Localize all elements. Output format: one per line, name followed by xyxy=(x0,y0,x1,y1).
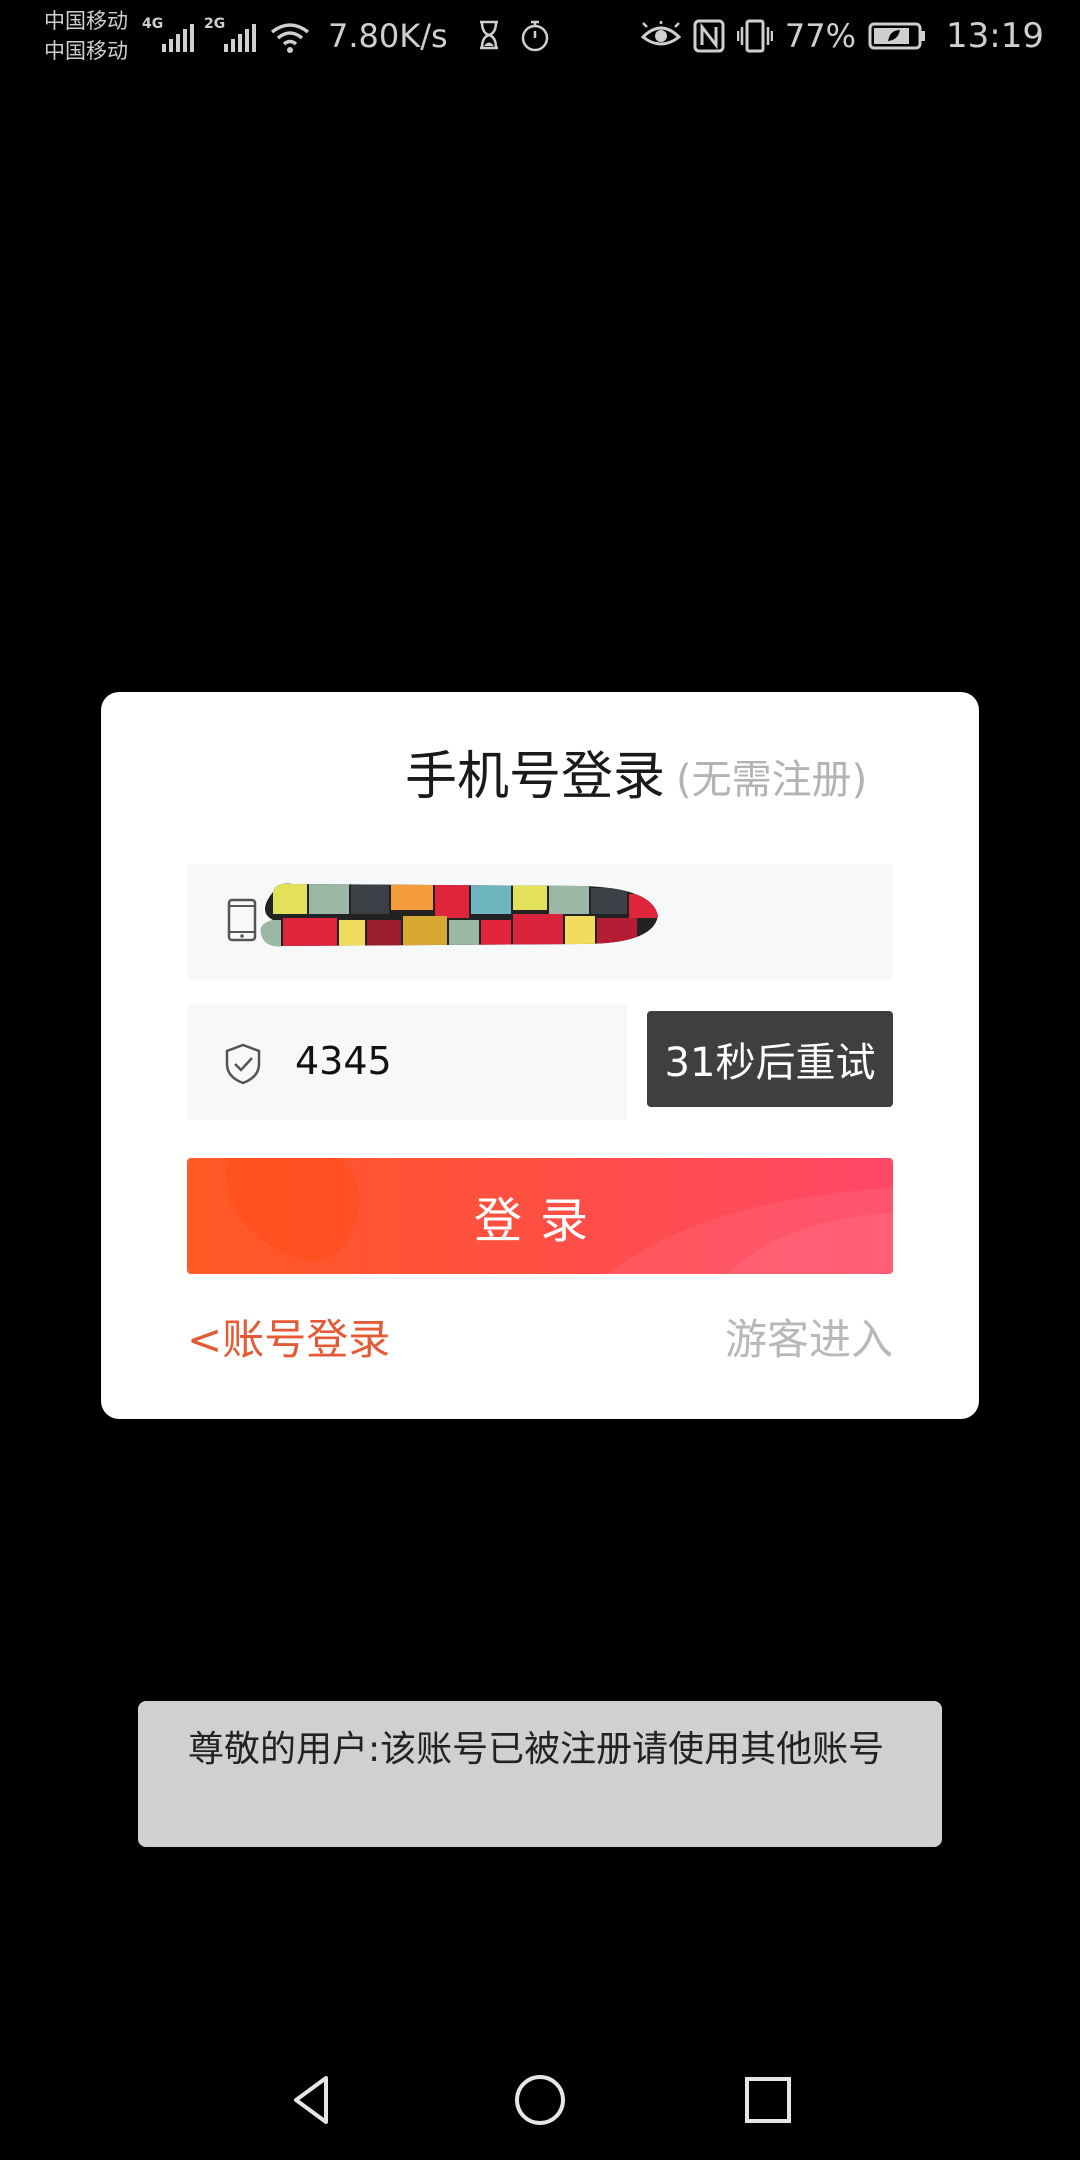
home-icon[interactable] xyxy=(510,2070,570,2130)
login-button-label: 登录 xyxy=(473,1193,606,1249)
dialog-title-row: 手机号登录 (无需注册) xyxy=(101,742,979,812)
screen: 中国移动 中国移动 4G 2G 7.80K/s 77% 13:19 手机号登录 … xyxy=(0,0,1080,2160)
phone-number-field[interactable] xyxy=(187,864,893,980)
signal-group: 4G 2G xyxy=(142,14,310,54)
vibrate-icon xyxy=(736,19,773,53)
eye-icon xyxy=(640,21,681,46)
sim2-signal: 2G xyxy=(204,14,256,54)
sim1-signal: 4G xyxy=(142,14,194,54)
status-right: 77% 13:19 xyxy=(640,14,1044,58)
verification-code-value: 4345 xyxy=(295,1039,392,1083)
back-icon[interactable] xyxy=(282,2070,342,2130)
status-bar: 中国移动 中国移动 4G 2G 7.80K/s 77% 13:19 xyxy=(0,0,1080,76)
recents-icon[interactable] xyxy=(738,2070,798,2130)
resend-code-button[interactable]: 31秒后重试 xyxy=(647,1011,893,1107)
dialog-subtitle: (无需注册) xyxy=(676,757,868,803)
stopwatch-icon xyxy=(521,20,549,52)
sim1-network-label: 4G xyxy=(142,16,164,32)
battery-icon xyxy=(868,22,926,50)
carrier-2-label: 中国移动 xyxy=(44,39,128,63)
clock: 13:19 xyxy=(946,16,1044,56)
guest-login-link[interactable]: 游客进入 xyxy=(725,1310,893,1370)
login-dialog: 手机号登录 (无需注册) 4345 31秒后重试 登录 <账号登录 游客进入 xyxy=(101,692,979,1419)
toast-message: 尊敬的用户:该账号已被注册请使用其他账号 xyxy=(138,1701,942,1847)
hourglass-icon xyxy=(480,20,498,50)
redaction-mosaic xyxy=(260,883,658,947)
dialog-title: 手机号登录 xyxy=(405,747,666,807)
carrier-1-label: 中国移动 xyxy=(44,9,128,33)
login-button[interactable]: 登录 xyxy=(187,1158,893,1274)
sim2-network-label: 2G xyxy=(204,16,226,32)
signal-icon xyxy=(162,24,194,52)
verification-code-field[interactable]: 4345 xyxy=(187,1004,627,1120)
shield-check-icon xyxy=(225,1043,261,1085)
carrier-labels: 中国移动 中国移动 xyxy=(44,6,128,66)
wifi-icon xyxy=(270,23,310,53)
account-login-link[interactable]: <账号登录 xyxy=(187,1310,390,1370)
navigation-bar xyxy=(0,2040,1080,2160)
signal-icon xyxy=(224,24,256,52)
network-speed: 7.80K/s xyxy=(328,17,448,55)
battery-percent: 77% xyxy=(784,17,857,55)
nfc-icon xyxy=(693,19,725,53)
